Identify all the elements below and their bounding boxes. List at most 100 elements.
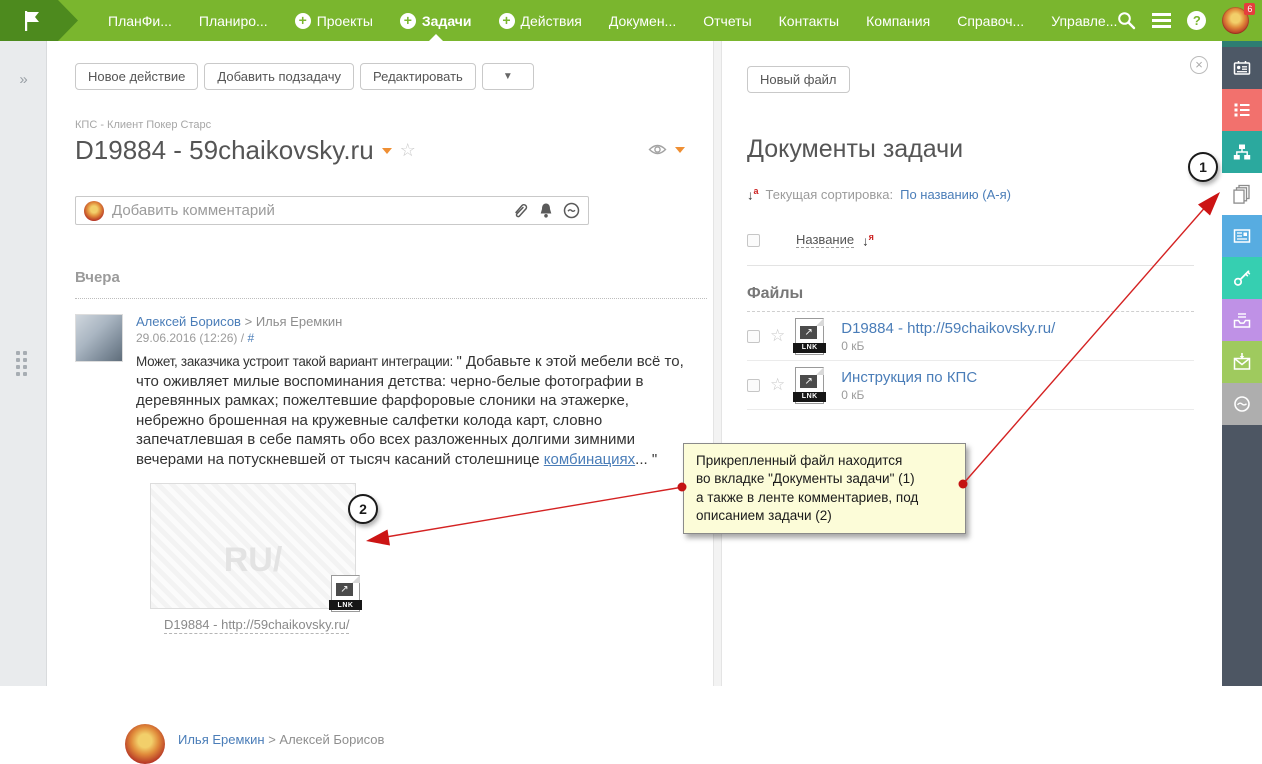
permalink[interactable]: # (247, 331, 254, 345)
snooze-clock-icon[interactable] (563, 202, 580, 219)
new-action-button[interactable]: Новое действие (75, 63, 198, 90)
planfix-logo[interactable] (0, 0, 78, 41)
tab-org-chart[interactable] (1222, 131, 1262, 173)
lnk-file-icon[interactable]: ↗ LNK (795, 318, 824, 355)
select-all-checkbox[interactable] (747, 234, 760, 247)
news-icon (1232, 226, 1252, 246)
comment-placeholder: Добавить комментарий (112, 202, 504, 219)
nav-tasks[interactable]: +Задачи (400, 0, 472, 41)
flag-icon (22, 10, 42, 32)
plus-icon: + (400, 13, 416, 29)
annotation-tooltip: Прикрепленный файл находится во вкладке … (683, 443, 966, 534)
nav-documents[interactable]: Докумен... (609, 0, 676, 41)
file-checkbox[interactable] (747, 379, 760, 392)
attach-paperclip-icon[interactable] (512, 202, 529, 219)
nav-actions[interactable]: +Действия (499, 0, 582, 41)
sort-value-link[interactable]: По названию (А-я) (900, 187, 1011, 202)
help-icon[interactable]: ? (1187, 11, 1206, 30)
watchers-dropdown-icon[interactable] (675, 147, 685, 153)
top-navbar: ПланФи... Планиро... +Проекты +Задачи +Д… (0, 0, 1262, 41)
recipient-name: Илья Еремкин (256, 314, 343, 329)
search-icon[interactable] (1117, 11, 1136, 30)
file-link[interactable]: D19884 - http://59chaikovsky.ru/ (841, 320, 1055, 337)
author-link[interactable]: Алексей Борисов (136, 314, 241, 329)
file-checkbox[interactable] (747, 330, 760, 343)
sort-direction-icon: ↓а (747, 186, 759, 202)
favorite-star-icon[interactable]: ☆ (400, 140, 416, 161)
title-dropdown-icon[interactable] (382, 148, 392, 154)
left-collapse-rail: » (0, 41, 47, 686)
notification-badge: 6 (1244, 3, 1255, 15)
my-avatar (84, 201, 104, 221)
preview-watermark: RU/ (224, 541, 283, 580)
tab-list[interactable] (1222, 89, 1262, 131)
favorite-star-icon[interactable]: ☆ (770, 375, 785, 395)
nav-reference[interactable]: Справоч... (957, 0, 1024, 41)
right-tab-rail (1222, 41, 1262, 686)
feed-date-header: Вчера (75, 269, 707, 299)
nav-company[interactable]: Компания (866, 0, 930, 41)
user-avatar[interactable]: 6 (1222, 7, 1249, 34)
attached-file-block: RU/ ↗ LNK D19884 - http://59chaikovsky.r… (150, 483, 356, 634)
attachment-link[interactable]: D19884 - http://59chaikovsky.ru/ (164, 617, 349, 634)
plus-icon: + (295, 13, 311, 29)
files-section-header: Файлы (747, 285, 1194, 312)
nav-contacts[interactable]: Контакты (779, 0, 839, 41)
close-panel-icon[interactable]: × (1190, 56, 1208, 74)
nav-reports[interactable]: Отчеты (703, 0, 751, 41)
plus-icon: + (499, 13, 515, 29)
nav-projects[interactable]: +Проекты (295, 0, 373, 41)
comment-item-partial: Илья Еремкин > Алексей Борисов (125, 724, 384, 764)
new-file-button[interactable]: Новый файл (747, 66, 850, 93)
org-chart-icon (1232, 142, 1252, 162)
task-panel: Новое действие Добавить подзадачу Редакт… (47, 41, 713, 686)
column-name-header[interactable]: Название (796, 232, 854, 248)
history-clock-icon (1232, 394, 1252, 414)
comment-input[interactable]: Добавить комментарий (75, 196, 589, 225)
nav-planfix[interactable]: ПланФи... (108, 0, 172, 41)
lnk-file-icon[interactable]: ↗ LNK (331, 575, 360, 612)
file-link[interactable]: Инструкция по КПС (841, 369, 977, 386)
inbox-tray-icon (1232, 310, 1252, 330)
annotation-marker-2: 2 (348, 494, 378, 524)
file-row: ☆ ↗ LNK Инструкция по КПС 0 кБ (747, 361, 1194, 410)
page-title: D19884 - 59chaikovsky.ru (75, 135, 374, 166)
tab-history[interactable] (1222, 383, 1262, 425)
favorite-star-icon[interactable]: ☆ (770, 326, 785, 346)
bell-icon[interactable] (538, 202, 554, 219)
nav-icon-group: ? 6 (1117, 7, 1249, 34)
author-avatar[interactable] (125, 724, 165, 764)
documents-panel: Новый файл × Документы задачи ↓а Текущая… (722, 41, 1222, 686)
attachment-preview[interactable]: RU/ ↗ LNK (150, 483, 356, 609)
tab-news[interactable] (1222, 215, 1262, 257)
mail-arrow-icon (1232, 352, 1252, 372)
drag-handle-icon[interactable] (16, 351, 27, 376)
lnk-file-icon[interactable]: ↗ LNK (795, 367, 824, 404)
expand-panel-icon[interactable]: » (0, 71, 47, 88)
menu-icon[interactable] (1152, 13, 1171, 28)
tab-mail[interactable] (1222, 341, 1262, 383)
tab-contact-card[interactable] (1222, 47, 1262, 89)
recipient-name: Алексей Борисов (279, 732, 384, 747)
files-table-header: Название ↓я (747, 232, 1194, 265)
author-link[interactable]: Илья Еремкин (178, 732, 265, 747)
edit-button[interactable]: Редактировать (360, 63, 476, 90)
documents-panel-title: Документы задачи (747, 135, 1194, 164)
column-sort-icon[interactable]: ↓я (862, 232, 874, 248)
combinations-link[interactable]: комбинациях (544, 451, 635, 468)
sort-label: Текущая сортировка: (766, 187, 894, 202)
tab-inbox[interactable] (1222, 299, 1262, 341)
comment-item: Алексей Борисов > Илья Еремкин 29.06.201… (75, 314, 703, 469)
tab-key[interactable] (1222, 257, 1262, 299)
watchers-eye-icon[interactable] (648, 143, 667, 156)
file-size: 0 кБ (841, 388, 977, 402)
breadcrumb[interactable]: КПС - Клиент Покер Старс (75, 119, 703, 131)
tab-documents-active[interactable] (1222, 173, 1262, 215)
nav-planning[interactable]: Планиро... (199, 0, 268, 41)
nav-management[interactable]: Управле... (1051, 0, 1117, 41)
more-actions-button[interactable]: ▼ (482, 63, 534, 90)
nav-items: ПланФи... Планиро... +Проекты +Задачи +Д… (108, 0, 1117, 41)
author-avatar[interactable] (75, 314, 123, 362)
annotation-marker-1: 1 (1188, 152, 1218, 182)
add-subtask-button[interactable]: Добавить подзадачу (204, 63, 354, 90)
